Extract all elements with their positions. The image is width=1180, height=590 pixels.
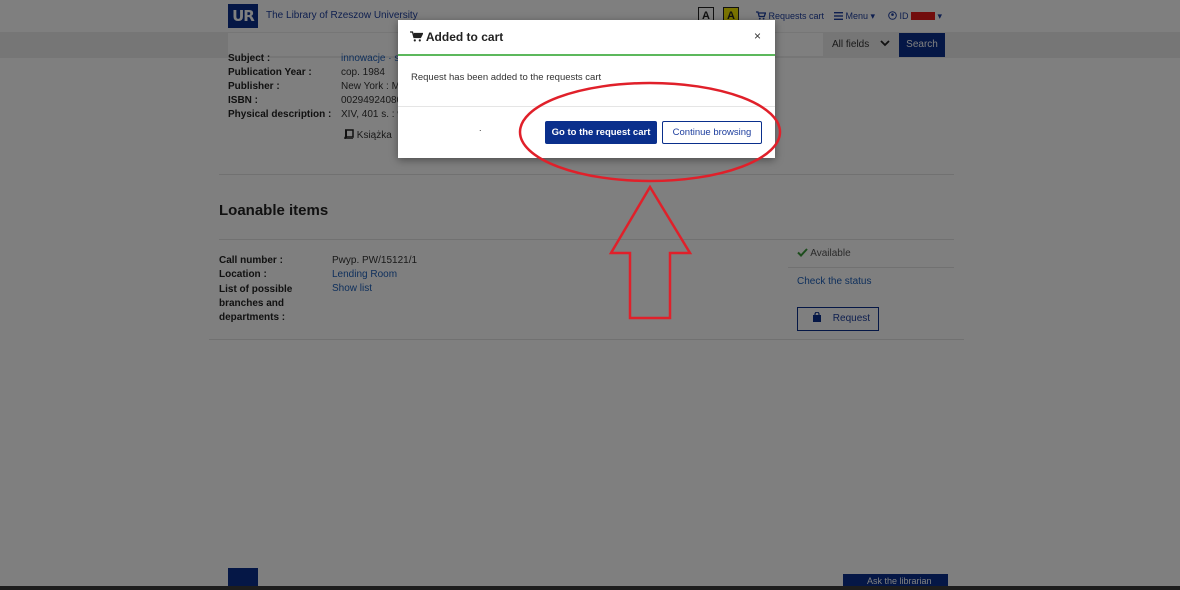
close-icon[interactable]: × [754, 29, 761, 43]
dialog-title: Added to cart [410, 30, 503, 44]
continue-browsing-button[interactable]: Continue browsing [662, 121, 762, 144]
go-to-request-cart-button[interactable]: Go to the request cart [545, 121, 657, 144]
added-to-cart-dialog: Added to cart × Request has been added t… [398, 20, 775, 158]
dialog-title-label: Added to cart [425, 30, 504, 44]
dialog-dot: . [479, 123, 482, 133]
dialog-message: Request has been added to the requests c… [411, 72, 602, 83]
dialog-footer-divider [398, 106, 775, 107]
cart-icon [410, 31, 424, 42]
